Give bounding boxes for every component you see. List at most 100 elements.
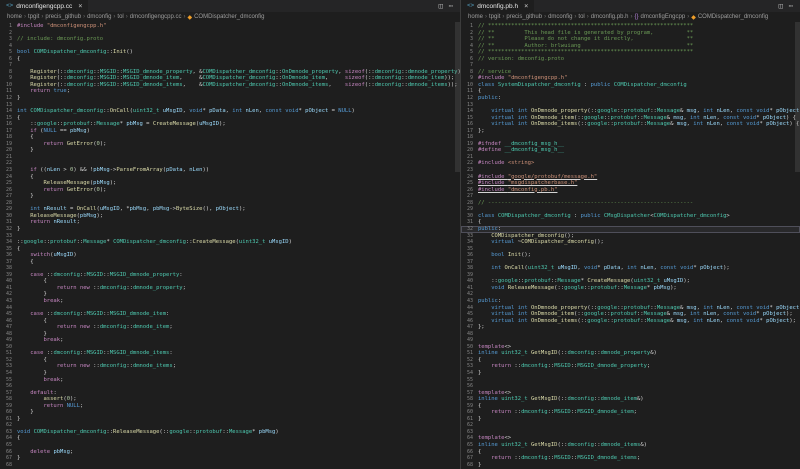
scrollbar-thumb[interactable] <box>455 22 460 172</box>
more-actions-icon[interactable]: ⋯ <box>449 2 453 10</box>
code-text: return ::dmconfig::MSGID::MSGID_dmnode_i… <box>478 409 637 416</box>
code-text: delete pbMsg; <box>17 449 73 456</box>
editor-actions: ◫ ⋯ <box>772 0 800 12</box>
breadcrumb-item[interactable]: home <box>468 14 483 20</box>
breadcrumb-item[interactable]: tol <box>117 14 123 20</box>
code-text: #include "dmconfig.pb.h" <box>478 187 557 194</box>
breadcrumb-symbol[interactable]: COMDispatcher_dmconfig <box>194 14 264 20</box>
code-editor-right[interactable]: 1// ************************************… <box>461 22 800 469</box>
code-text: inline uint32_t GetMsgID(::dmconfig::dmn… <box>478 396 644 403</box>
split-editor-icon[interactable]: ◫ <box>779 2 783 10</box>
breadcrumb-item[interactable]: precis_github <box>506 14 542 20</box>
code-text: // -------------------------------------… <box>478 200 693 207</box>
chevron-right-icon: › <box>574 14 576 20</box>
breadcrumb-item[interactable]: tol <box>578 14 584 20</box>
code-text: class COMDispatcher_dmconfig : public CM… <box>478 213 730 220</box>
chevron-right-icon: › <box>24 14 26 20</box>
symbol-class-icon: ◆ <box>691 14 696 21</box>
code-text: class SystemDispatcher_dmconfig : public… <box>478 82 687 89</box>
tab-dmconfig-pb-h[interactable]: <> dmconfig.pb.h × <box>461 0 534 12</box>
chevron-right-icon: › <box>113 14 115 20</box>
chevron-right-icon: › <box>630 14 632 20</box>
tab-dmconfigengcpp-cc[interactable]: <> dmconfigengcpp.cc × <box>0 0 88 12</box>
breadcrumb-left: home›tpgit›precis_github›dmconfig›tol›dm… <box>0 12 460 22</box>
code-text: virtual int OnDmnode_items(::google::pro… <box>478 318 796 325</box>
chevron-right-icon: › <box>587 14 589 20</box>
chevron-right-icon: › <box>687 14 689 20</box>
symbol-namespace-icon: {} <box>634 14 638 20</box>
breadcrumb-symbol[interactable]: dmconfigEngcpp <box>640 14 685 20</box>
symbol-class-icon: ◆ <box>187 14 192 21</box>
code-text: #include "dmconfigengcpp.h" <box>17 23 106 30</box>
chevron-right-icon: › <box>183 14 185 20</box>
breadcrumb-symbol[interactable]: COMDispatcher_dmconfig <box>698 14 768 20</box>
breadcrumb-item[interactable]: dmconfigengcpp.cc <box>130 14 182 20</box>
close-icon[interactable]: × <box>78 3 82 10</box>
breadcrumb-item[interactable]: dmconfig <box>87 14 111 20</box>
code-editor-left[interactable]: 1#include "dmconfigengcpp.h"2 3// includ… <box>0 22 460 469</box>
vertical-scrollbar[interactable] <box>455 22 460 469</box>
breadcrumb-item[interactable]: precis_github <box>45 14 81 20</box>
breadcrumb-item[interactable]: tpgit <box>28 14 39 20</box>
split-editor-icon[interactable]: ◫ <box>439 2 443 10</box>
code-text: int OnCall(uint32_t uMsgID, void* pData,… <box>478 265 730 272</box>
code-line[interactable]: 68} <box>461 462 800 469</box>
chevron-right-icon: › <box>126 14 128 20</box>
tab-bar-right: <> dmconfig.pb.h × ◫ ⋯ <box>461 0 800 12</box>
code-text: bool Init(); <box>478 252 531 259</box>
code-text: return ::dmconfig::MSGID::MSGID_dmnode_i… <box>478 455 640 462</box>
code-text: virtual ~COMDispatcher_dmconfig(); <box>478 239 604 246</box>
code-line[interactable]: 46 virtual int OnDmnode_items(::google::… <box>461 318 800 325</box>
code-text: inline uint32_t GetMsgID(::dmconfig::dmn… <box>478 442 647 449</box>
code-text: if ((nLen > 0) && !pbMsg->ParseFromArray… <box>17 167 209 174</box>
code-text: break; <box>17 337 63 344</box>
code-text: Register(::dmconfig::MSGID::MSGID_dmnode… <box>17 82 458 89</box>
code-text: bool COMDispatcher_dmconfig::Init() <box>17 49 133 56</box>
code-text: int COMDispatcher_dmconfig::OnCall(uint3… <box>17 108 355 115</box>
breadcrumb-item[interactable]: tpgit <box>489 14 500 20</box>
breadcrumb-item[interactable]: dmconfig.pb.h <box>591 14 629 20</box>
code-text: return true; <box>17 88 70 95</box>
code-text: break; <box>17 298 63 305</box>
chevron-right-icon: › <box>485 14 487 20</box>
code-text: // include: dmconfig.proto <box>17 36 103 43</box>
close-icon[interactable]: × <box>524 3 528 10</box>
code-line[interactable]: 68 <box>0 462 460 469</box>
chevron-right-icon: › <box>83 14 85 20</box>
editor-actions: ◫ ⋯ <box>432 0 460 12</box>
line-number[interactable]: 68 <box>461 462 478 469</box>
code-text <box>17 462 20 469</box>
code-text: void COMDispatcher_dmconfig::ReleaseMess… <box>17 429 279 436</box>
code-text: void ReleaseMessage(::google::protobuf::… <box>478 285 677 292</box>
chevron-right-icon: › <box>41 14 43 20</box>
line-number[interactable]: 68 <box>0 462 17 469</box>
editor-workbench: <> dmconfigengcpp.cc × ◫ ⋯ home›tpgit›pr… <box>0 0 800 469</box>
breadcrumb-right: home›tpgit›precis_github›dmconfig›tol›dm… <box>461 12 800 22</box>
vertical-scrollbar[interactable] <box>795 22 800 469</box>
cpp-file-icon: <> <box>6 3 13 9</box>
code-text: return nResult; <box>17 219 80 226</box>
chevron-right-icon: › <box>544 14 546 20</box>
editor-group-right: <> dmconfig.pb.h × ◫ ⋯ home›tpgit›precis… <box>461 0 800 469</box>
chevron-right-icon: › <box>502 14 504 20</box>
breadcrumb-item[interactable]: home <box>7 14 22 20</box>
tab-label: dmconfigengcpp.cc <box>16 3 72 10</box>
scrollbar-thumb[interactable] <box>795 22 800 172</box>
code-text: #define __dmconfig_msg_h__ <box>478 147 564 154</box>
code-text: return ::dmconfig::MSGID::MSGID_dmnode_p… <box>478 363 650 370</box>
more-actions-icon[interactable]: ⋯ <box>789 2 793 10</box>
code-text: // version: dmconfig.proto <box>478 56 564 63</box>
code-line[interactable]: 16 virtual int OnDmnode_items(::google::… <box>461 121 800 128</box>
code-text: virtual int OnDmnode_items(::google::pro… <box>478 121 800 128</box>
editor-group-left: <> dmconfigengcpp.cc × ◫ ⋯ home›tpgit›pr… <box>0 0 461 469</box>
tab-bar-left: <> dmconfigengcpp.cc × ◫ ⋯ <box>0 0 460 12</box>
code-text: } <box>478 462 481 469</box>
breadcrumb-item[interactable]: dmconfig <box>548 14 572 20</box>
tab-label: dmconfig.pb.h <box>477 3 518 10</box>
code-text: public: <box>478 95 501 102</box>
code-text: #include <string> <box>478 160 534 167</box>
code-text: inline uint32_t GetMsgID(::dmconfig::dmn… <box>478 350 657 357</box>
cpp-header-file-icon: <> <box>467 3 474 9</box>
code-text: ::google::protobuf::Message* COMDispatch… <box>17 239 292 246</box>
code-text: break; <box>17 377 63 384</box>
